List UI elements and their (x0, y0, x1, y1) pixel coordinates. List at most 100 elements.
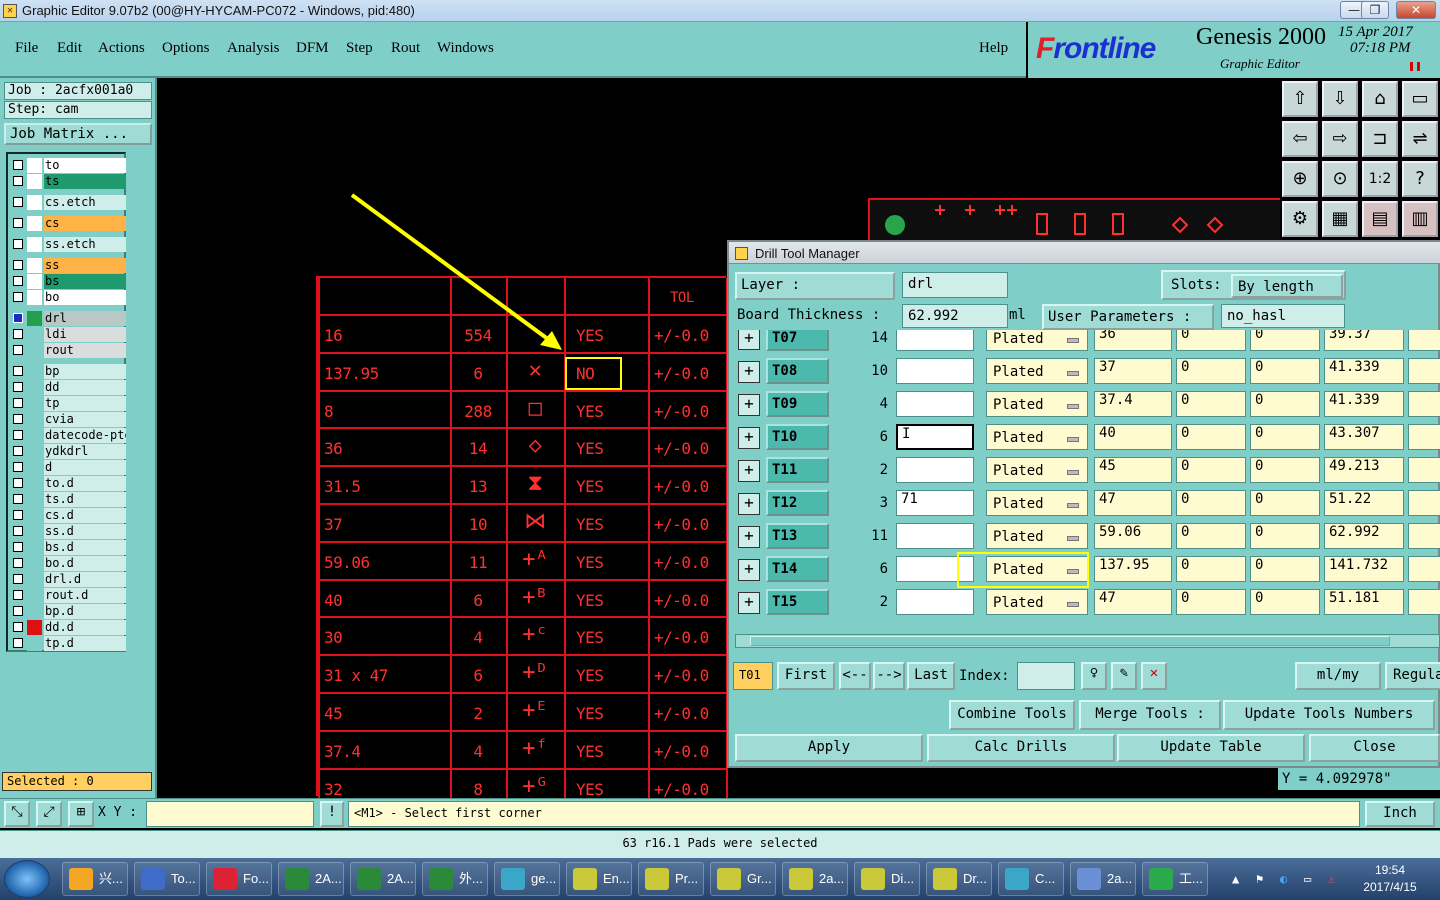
close-window-button[interactable]: ✕ (1396, 1, 1436, 19)
layer-name[interactable]: bp.d (44, 604, 126, 619)
tool-finish-field[interactable] (896, 391, 974, 417)
layer-color-swatch[interactable] (27, 216, 42, 231)
layer-color-swatch[interactable] (27, 195, 42, 210)
menu-options[interactable]: Options (162, 40, 210, 57)
layer-name[interactable]: datecode-pte (44, 428, 126, 443)
layer-row[interactable]: bp.d (10, 604, 126, 619)
tool-type-dropdown[interactable]: Plated (986, 330, 1088, 351)
layer-checkbox[interactable] (13, 382, 23, 392)
expand-tool-button[interactable]: + (738, 330, 760, 350)
tool-size-field[interactable]: 45 (1094, 457, 1172, 483)
layer-row[interactable]: d (10, 460, 126, 475)
layer-checkbox[interactable] (13, 239, 23, 249)
tool-finish-field[interactable] (896, 589, 974, 615)
layer-row[interactable]: ss.d (10, 524, 126, 539)
layer-color-swatch[interactable] (27, 428, 42, 443)
tool-extra-field[interactable] (1408, 490, 1440, 516)
layer-name[interactable]: tp (44, 396, 126, 411)
tool-tol-plus-field[interactable]: 0 (1176, 424, 1246, 450)
tool-button[interactable]: T11 (766, 457, 829, 483)
layer-checkbox[interactable] (13, 446, 23, 456)
expand-tool-button[interactable]: + (738, 559, 760, 581)
tool-type-dropdown[interactable]: Plated (986, 358, 1088, 384)
regular-dropdown[interactable]: Regula (1385, 662, 1440, 690)
expand-tool-button[interactable]: + (738, 361, 760, 383)
tool-button[interactable]: T10 (766, 424, 829, 450)
user-params-field[interactable]: no_hasl (1221, 304, 1345, 328)
xy-input[interactable] (146, 801, 314, 827)
layer-name[interactable]: drl (44, 311, 126, 326)
layer-color-swatch[interactable] (27, 572, 42, 587)
layer-name[interactable]: ydkdrl (44, 444, 126, 459)
layer-color-swatch[interactable] (27, 364, 42, 379)
layers-icon[interactable]: ▤ (1362, 201, 1398, 237)
layer-row[interactable]: to (10, 158, 126, 173)
tool-extra-field[interactable] (1408, 457, 1440, 483)
zoom-center-icon[interactable]: ⊙ (1322, 161, 1358, 197)
layer-color-swatch[interactable] (27, 274, 42, 289)
layer-checkbox[interactable] (13, 606, 23, 616)
layer-name[interactable]: bs (44, 274, 126, 289)
layer-color-swatch[interactable] (27, 620, 42, 635)
tool-drill-size-field[interactable]: 51.22 (1324, 490, 1404, 516)
tool-tol-minus-field[interactable]: 0 (1250, 556, 1320, 582)
tool-drill-size-field[interactable]: 41.339 (1324, 391, 1404, 417)
expand-tool-button[interactable]: + (738, 493, 760, 515)
layer-color-swatch[interactable] (27, 174, 42, 189)
layer-color-swatch[interactable] (27, 588, 42, 603)
layer-checkbox[interactable] (13, 590, 23, 600)
slots-dropdown[interactable]: By length (1231, 274, 1343, 298)
layer-name[interactable]: ldi (44, 327, 126, 342)
tool-tol-minus-field[interactable]: 0 (1250, 523, 1320, 549)
menu-file[interactable]: File (15, 40, 38, 57)
layer-color-swatch[interactable] (27, 524, 42, 539)
tools-icon[interactable]: ⚙ (1282, 201, 1318, 237)
layer-row[interactable]: drl (10, 311, 126, 326)
layer-row[interactable]: rout.d (10, 588, 126, 603)
menu-step[interactable]: Step (346, 40, 373, 57)
tool-type-dropdown[interactable]: Plated (986, 391, 1088, 417)
layer-checkbox[interactable] (13, 218, 23, 228)
tool-tol-minus-field[interactable]: 0 (1250, 424, 1320, 450)
layer-checkbox[interactable] (13, 398, 23, 408)
expand-tool-button[interactable]: + (738, 427, 760, 449)
layer-field[interactable]: drl (902, 272, 1008, 298)
fit-icon[interactable]: ⊐ (1362, 121, 1398, 157)
units-button[interactable]: Inch (1365, 801, 1435, 827)
layer-name[interactable]: ss.etch (44, 237, 126, 252)
first-button[interactable]: First (777, 662, 835, 690)
menu-dfm[interactable]: DFM (296, 40, 329, 57)
layer-name[interactable]: ss (44, 258, 126, 273)
layer-row[interactable]: to.d (10, 476, 126, 491)
tool-button[interactable]: T07 (766, 330, 829, 351)
tool-button[interactable]: T12 (766, 490, 829, 516)
layer-color-swatch[interactable] (27, 343, 42, 358)
taskbar-item[interactable]: To... (134, 862, 200, 896)
tool-size-field[interactable]: 40 (1094, 424, 1172, 450)
units-dropdown[interactable]: ml/my (1295, 662, 1381, 690)
layer-name[interactable]: cvia (44, 412, 126, 427)
tool-drill-size-field[interactable]: 51.181 (1324, 589, 1404, 615)
layer-row[interactable]: bs (10, 274, 126, 289)
layer-checkbox[interactable] (13, 478, 23, 488)
taskbar-item[interactable]: 2A... (350, 862, 416, 896)
move-left-icon[interactable]: ⇦ (1282, 121, 1318, 157)
start-button[interactable] (4, 860, 50, 898)
layer-color-swatch[interactable] (27, 327, 42, 342)
tool-finish-field[interactable]: 71 (896, 490, 974, 516)
merge-tools-button[interactable]: Merge Tools : (1079, 700, 1221, 730)
layer-color-swatch[interactable] (27, 158, 42, 173)
index-field[interactable] (1017, 662, 1075, 690)
taskbar-item[interactable]: Fo... (206, 862, 272, 896)
layers-alt-icon[interactable]: ▥ (1402, 201, 1438, 237)
layer-name[interactable]: drl.d (44, 572, 126, 587)
layer-checkbox[interactable] (13, 276, 23, 286)
tool-tol-minus-field[interactable]: 0 (1250, 358, 1320, 384)
tool-button[interactable]: T14 (766, 556, 829, 582)
tool-tol-plus-field[interactable]: 0 (1176, 358, 1246, 384)
layer-checkbox[interactable] (13, 462, 23, 472)
expand-tool-button[interactable]: + (738, 394, 760, 416)
layer-color-swatch[interactable] (27, 460, 42, 475)
taskbar-item[interactable]: Di... (854, 862, 920, 896)
layer-name[interactable]: tp.d (44, 636, 126, 651)
